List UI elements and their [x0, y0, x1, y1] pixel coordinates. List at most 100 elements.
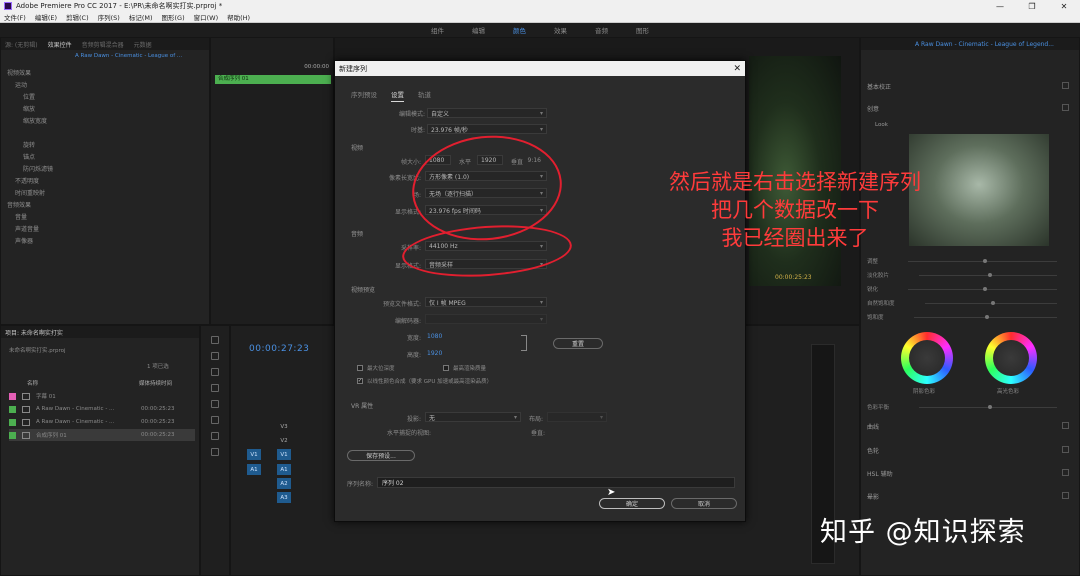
- source-a1-patch[interactable]: A1: [247, 464, 261, 475]
- curves-toggle-icon[interactable]: [1062, 422, 1069, 429]
- project-item[interactable]: A Raw Dawn - Cinematic - ... 00:00:25:23: [9, 403, 195, 415]
- workspace-editing[interactable]: 编辑: [472, 25, 485, 35]
- section-basic-correction[interactable]: 基本校正: [867, 82, 891, 91]
- preview-width-value[interactable]: 1080: [427, 333, 442, 340]
- close-icon[interactable]: ✕: [733, 64, 741, 74]
- linear-color-checkbox[interactable]: ✓ 以线性颜色合成（要求 GPU 加速或最高渲染品质）: [357, 377, 492, 385]
- type-tool-icon[interactable]: [211, 448, 219, 456]
- slider-sharpen[interactable]: 锐化: [867, 284, 1067, 294]
- close-window-button[interactable]: ✕: [1048, 0, 1080, 12]
- max-render-quality-checkbox[interactable]: 最高渲染质量: [443, 364, 486, 372]
- timeline-timecode[interactable]: 00:00:27:23: [249, 344, 309, 354]
- effect-row[interactable]: 旋转: [1, 138, 209, 150]
- vignette-toggle-icon[interactable]: [1062, 492, 1069, 499]
- sequence-clip-bar[interactable]: 合成序列 01: [215, 75, 331, 84]
- slider-adjust[interactable]: 调整: [867, 256, 1067, 266]
- effect-row[interactable]: 声道音量: [1, 222, 209, 234]
- track-v2-label[interactable]: V2: [277, 435, 291, 446]
- column-name[interactable]: 名称: [27, 379, 38, 387]
- tab-settings[interactable]: 设置: [391, 89, 404, 102]
- track-v3-label[interactable]: V3: [277, 421, 291, 432]
- slider-faded-film[interactable]: 淡化胶片: [867, 270, 1067, 280]
- timebase-select[interactable]: 23.976 帧/秒: [427, 124, 547, 134]
- color-wheels-toggle-icon[interactable]: [1062, 446, 1069, 453]
- ok-button[interactable]: 确定: [599, 498, 665, 509]
- effect-row[interactable]: 锚点: [1, 150, 209, 162]
- workspace-assembly[interactable]: 组件: [431, 25, 444, 35]
- menu-clip[interactable]: 剪辑(C): [66, 12, 89, 22]
- workspace-effects[interactable]: 效果: [554, 25, 567, 35]
- track-v1-label[interactable]: V1: [277, 449, 291, 460]
- tab-source[interactable]: 源: (无剪辑): [5, 40, 38, 49]
- highlight-tint-wheel[interactable]: [985, 332, 1037, 384]
- track-a2-label[interactable]: A2: [277, 478, 291, 489]
- section-hsl[interactable]: HSL 辅助: [867, 469, 893, 478]
- max-bit-depth-checkbox[interactable]: 最大位深度: [357, 364, 395, 372]
- codec-select[interactable]: [425, 314, 547, 324]
- tab-tracks[interactable]: 轨道: [418, 89, 431, 102]
- maximize-button[interactable]: ❐: [1016, 0, 1048, 12]
- slider-color-balance[interactable]: 色彩平衡: [867, 402, 1067, 412]
- effect-row[interactable]: 时间重映射: [1, 186, 209, 198]
- sequence-name-input[interactable]: 序列 02: [377, 477, 735, 488]
- effect-row[interactable]: 运动: [1, 78, 209, 90]
- minimize-button[interactable]: —: [984, 0, 1016, 12]
- slip-tool-icon[interactable]: [211, 400, 219, 408]
- section-vignette[interactable]: 晕影: [867, 492, 879, 501]
- projection-select[interactable]: 无: [425, 412, 521, 422]
- track-a1-label[interactable]: A1: [277, 464, 291, 475]
- tab-project[interactable]: 项目: 未命名啊实打实: [5, 328, 63, 337]
- menu-marker[interactable]: 标记(M): [129, 12, 153, 22]
- workspace-graphics[interactable]: 图形: [636, 25, 649, 35]
- menu-file[interactable]: 文件(F): [4, 12, 26, 22]
- pen-tool-icon[interactable]: [211, 416, 219, 424]
- reset-button[interactable]: 重置: [553, 338, 603, 349]
- section-curves[interactable]: 曲线: [867, 422, 879, 431]
- save-preset-button[interactable]: 保存预设...: [347, 450, 415, 461]
- menu-window[interactable]: 窗口(W): [194, 12, 219, 22]
- effect-row[interactable]: 缩放宽度: [1, 114, 209, 126]
- project-item[interactable]: A Raw Dawn - Cinematic - ... 00:00:25:23: [9, 416, 195, 428]
- track-a3-label[interactable]: A3: [277, 492, 291, 503]
- track-select-tool-icon[interactable]: [211, 352, 219, 360]
- menu-help[interactable]: 帮助(H): [227, 12, 250, 22]
- effect-row[interactable]: 位置: [1, 90, 209, 102]
- effect-row[interactable]: 不透明度: [1, 174, 209, 186]
- creative-toggle-icon[interactable]: [1062, 104, 1069, 111]
- tab-sequence-presets[interactable]: 序列预设: [351, 89, 377, 102]
- effect-row[interactable]: 防闪烁滤镜: [1, 162, 209, 174]
- link-dimensions-icon[interactable]: [521, 335, 527, 351]
- source-v1-patch[interactable]: V1: [247, 449, 261, 460]
- menu-title[interactable]: 图形(G): [162, 12, 185, 22]
- tab-metadata[interactable]: 元数据: [134, 40, 152, 49]
- cancel-button[interactable]: 取消: [671, 498, 737, 509]
- section-creative[interactable]: 创意: [867, 104, 879, 113]
- basic-correction-toggle-icon[interactable]: [1062, 82, 1069, 89]
- razor-tool-icon[interactable]: [211, 384, 219, 392]
- menu-sequence[interactable]: 序列(S): [98, 12, 120, 22]
- preview-height-value[interactable]: 1920: [427, 350, 442, 357]
- ripple-edit-tool-icon[interactable]: [211, 368, 219, 376]
- effect-row[interactable]: 缩放: [1, 102, 209, 114]
- effect-row[interactable]: 音量: [1, 210, 209, 222]
- shadow-tint-wheel[interactable]: [901, 332, 953, 384]
- effect-row[interactable]: 声像器: [1, 234, 209, 246]
- preview-format-select[interactable]: 仅 I 帧 MPEG: [425, 297, 547, 307]
- slider-saturation[interactable]: 饱和度: [867, 312, 1067, 322]
- column-duration[interactable]: 媒体持续时间: [139, 379, 172, 387]
- editing-mode-select[interactable]: 自定义: [427, 108, 547, 118]
- project-item[interactable]: 字幕 01: [9, 390, 195, 402]
- menu-edit[interactable]: 编辑(E): [35, 12, 57, 22]
- slider-vibrance[interactable]: 自然饱和度: [867, 298, 1067, 308]
- tab-effect-controls[interactable]: 效果控件: [48, 40, 72, 49]
- section-color-wheels[interactable]: 色轮: [867, 446, 879, 455]
- dialog-title: 新建序列: [339, 64, 367, 73]
- hand-tool-icon[interactable]: [211, 432, 219, 440]
- workspace-color[interactable]: 颜色: [513, 25, 526, 35]
- tab-audio-mixer[interactable]: 音频剪辑混合器: [82, 40, 124, 49]
- project-item[interactable]: 合成序列 01 00:00:25:23: [9, 429, 195, 441]
- layout-select[interactable]: [547, 412, 607, 422]
- workspace-audio[interactable]: 音频: [595, 25, 608, 35]
- selection-tool-icon[interactable]: [211, 336, 219, 344]
- hsl-toggle-icon[interactable]: [1062, 469, 1069, 476]
